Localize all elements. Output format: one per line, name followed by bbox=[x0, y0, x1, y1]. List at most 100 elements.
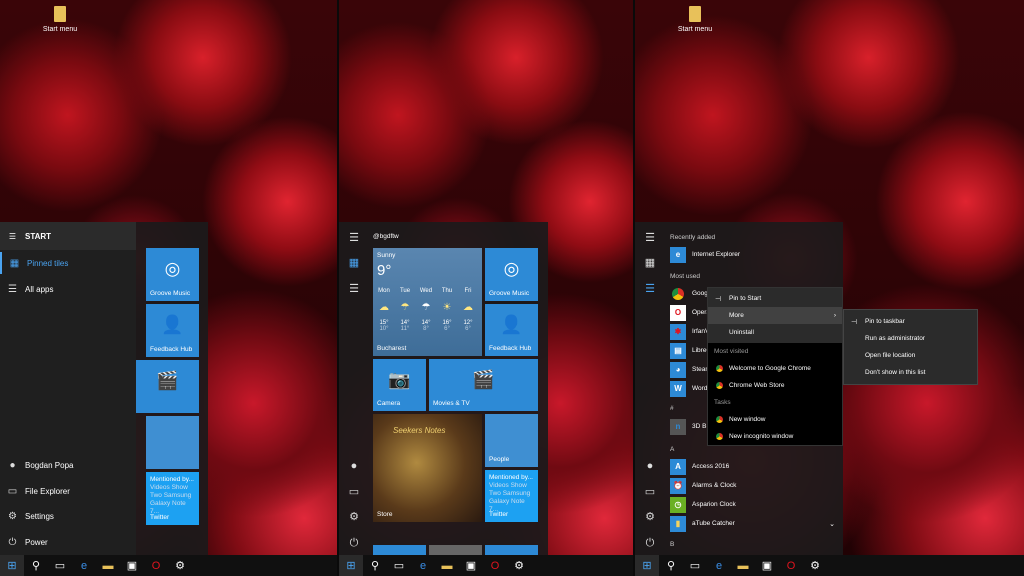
gear-icon[interactable]: ⚙ bbox=[643, 511, 657, 523]
opera-icon[interactable]: O bbox=[483, 555, 507, 576]
file-explorer-icon[interactable]: ▭ bbox=[643, 486, 657, 498]
tile-feedback-hub[interactable]: 👤 Feedback Hub bbox=[146, 304, 199, 357]
menu-run-as-admin[interactable]: Run as administrator bbox=[844, 330, 977, 347]
app-item[interactable]: ◷ Asparion Clock bbox=[670, 496, 736, 513]
pinned-tiles-icon[interactable]: ▦ bbox=[347, 257, 361, 269]
section-most-used: Most used bbox=[670, 273, 700, 280]
task-view-icon[interactable]: ▭ bbox=[683, 555, 707, 576]
store-icon[interactable]: ▣ bbox=[755, 555, 779, 576]
hamburger-icon[interactable]: ☰ bbox=[0, 232, 25, 241]
app-item[interactable]: ▤ LibreO bbox=[670, 342, 712, 359]
task-new-window[interactable]: New window bbox=[708, 411, 842, 428]
menu-pin-to-taskbar[interactable]: ⊣ Pin to taskbar bbox=[844, 313, 977, 330]
list-icon[interactable]: ☰ bbox=[347, 283, 361, 295]
tile-feedback-hub[interactable]: 👤 Feedback Hub bbox=[485, 304, 538, 356]
chevron-down-icon[interactable]: ⌄ bbox=[829, 520, 835, 528]
file-explorer-icon[interactable]: ▬ bbox=[435, 555, 459, 576]
menu-open-file-location[interactable]: Open file location bbox=[844, 347, 977, 364]
hamburger-icon[interactable]: ☰ bbox=[347, 232, 361, 244]
nav-user[interactable]: ● Bogdan Popa bbox=[0, 454, 136, 476]
settings-icon[interactable]: ⚙ bbox=[507, 555, 531, 576]
nav-settings[interactable]: ⚙ Settings bbox=[0, 505, 136, 527]
task-new-incognito[interactable]: New incognito window bbox=[708, 428, 842, 445]
tile-people[interactable]: People bbox=[485, 414, 538, 467]
tile-groove-music[interactable]: ◎ Groove Music bbox=[146, 248, 199, 301]
power-icon[interactable]: ⏻ bbox=[643, 537, 657, 549]
app-item[interactable]: ⏰ Alarms & Clock bbox=[670, 477, 736, 494]
menu-more[interactable]: More › bbox=[708, 307, 842, 324]
tile-twitter[interactable]: Mentioned by... Videos Show Two Samsung G… bbox=[146, 472, 199, 525]
groove-icon: ◎ bbox=[503, 258, 520, 279]
file-explorer-icon[interactable]: ▬ bbox=[96, 555, 120, 576]
menu-pin-to-start[interactable]: ⊣ Pin to Start bbox=[708, 290, 842, 307]
list-icon[interactable]: ☰ bbox=[643, 283, 657, 295]
app-item[interactable]: A Access 2016 bbox=[670, 458, 729, 475]
chrome-icon bbox=[716, 382, 723, 389]
tile-camera[interactable]: 📷 Camera bbox=[373, 359, 426, 411]
power-icon[interactable]: ⏻ bbox=[347, 537, 361, 549]
jump-item[interactable]: Welcome to Google Chrome bbox=[708, 360, 842, 377]
list-icon: ☰ bbox=[8, 283, 17, 295]
tile-people[interactable] bbox=[146, 416, 199, 469]
search-icon[interactable]: ⚲ bbox=[24, 555, 48, 576]
app-item[interactable]: Goog bbox=[670, 285, 708, 302]
settings-icon[interactable]: ⚙ bbox=[168, 555, 192, 576]
task-view-icon[interactable]: ▭ bbox=[387, 555, 411, 576]
app-item[interactable]: ▮ aTube Catcher ⌄ bbox=[670, 515, 835, 532]
hamburger-icon[interactable]: ☰ bbox=[643, 232, 657, 244]
nav-file-explorer[interactable]: ▭ File Explorer bbox=[0, 480, 136, 502]
chrome-icon bbox=[716, 433, 723, 440]
jump-item[interactable]: Chrome Web Store bbox=[708, 377, 842, 394]
tile-twitter[interactable]: Mentioned by... Videos Show Two Samsung G… bbox=[485, 470, 538, 522]
menu-uninstall[interactable]: Uninstall bbox=[708, 324, 842, 341]
start-button[interactable]: ⊞ bbox=[0, 555, 24, 576]
store-icon[interactable]: ▣ bbox=[120, 555, 144, 576]
tile-movies-tv[interactable]: 🎬 Movies & TV bbox=[429, 359, 538, 411]
app-item[interactable]: ◕ Steam bbox=[670, 361, 711, 378]
camera-icon: 📷 bbox=[388, 369, 411, 390]
task-view-icon[interactable]: ▭ bbox=[48, 555, 72, 576]
tile-partial[interactable] bbox=[485, 545, 538, 555]
file-explorer-icon[interactable]: ▭ bbox=[347, 486, 361, 498]
settings-icon[interactable]: ⚙ bbox=[803, 555, 827, 576]
opera-icon[interactable]: O bbox=[144, 555, 168, 576]
search-icon[interactable]: ⚲ bbox=[363, 555, 387, 576]
tile-weather[interactable]: Sunny 9° Mon Tue Wed Thu Fri ☁ ☂ ☂ ☀ ☁ 1… bbox=[373, 248, 482, 356]
pin-icon: ⊣ bbox=[715, 295, 722, 303]
weather-icon: ☀ bbox=[442, 302, 452, 313]
edge-icon[interactable]: e bbox=[707, 555, 731, 576]
avatar[interactable]: ● bbox=[643, 460, 657, 472]
start-button[interactable]: ⊞ bbox=[635, 555, 659, 576]
tile-movies[interactable]: 🎬 bbox=[136, 360, 199, 413]
opera-icon[interactable]: O bbox=[779, 555, 803, 576]
panel-3: Start menu ☰ ▦ ☰ ● ▭ ⚙ ⏻ Recently added … bbox=[635, 0, 1024, 576]
tile-partial[interactable] bbox=[429, 545, 482, 555]
app-item[interactable]: O Opera bbox=[670, 304, 710, 321]
search-icon[interactable]: ⚲ bbox=[659, 555, 683, 576]
start-button[interactable]: ⊞ bbox=[339, 555, 363, 576]
nav-rail: ☰ ▦ ☰ ● ▭ ⚙ ⏻ bbox=[635, 222, 665, 555]
feedback-icon: 👤 bbox=[161, 314, 184, 335]
steam-icon: ◕ bbox=[670, 361, 686, 378]
app-item[interactable]: n 3D B bbox=[670, 418, 706, 435]
app-item[interactable]: W Word bbox=[670, 380, 707, 397]
desktop-icon-start-menu[interactable]: Start menu bbox=[665, 6, 725, 33]
pinned-tiles-icon[interactable]: ▦ bbox=[643, 257, 657, 269]
store-icon[interactable]: ▣ bbox=[459, 555, 483, 576]
menu-dont-show[interactable]: Don't show in this list bbox=[844, 364, 977, 381]
nav-pinned-tiles[interactable]: ▦ Pinned tiles bbox=[0, 252, 136, 274]
app-internet-explorer[interactable]: e Internet Explorer bbox=[670, 246, 740, 263]
nav-power[interactable]: ⏻ Power bbox=[0, 531, 136, 553]
section-a: A bbox=[670, 446, 675, 453]
tile-store[interactable]: Seekers Notes Store bbox=[373, 414, 482, 522]
desktop-icon-start-menu[interactable]: Start menu bbox=[30, 6, 90, 33]
edge-icon[interactable]: e bbox=[72, 555, 96, 576]
tile-groove-music[interactable]: ◎ Groove Music bbox=[485, 248, 538, 301]
edge-icon[interactable]: e bbox=[411, 555, 435, 576]
gear-icon[interactable]: ⚙ bbox=[347, 511, 361, 523]
avatar[interactable]: ● bbox=[347, 460, 361, 472]
nav-all-apps[interactable]: ☰ All apps bbox=[0, 278, 136, 300]
tile-partial[interactable] bbox=[373, 545, 426, 555]
file-explorer-icon[interactable]: ▬ bbox=[731, 555, 755, 576]
app-item[interactable]: ✱ IrfanV bbox=[670, 323, 709, 340]
